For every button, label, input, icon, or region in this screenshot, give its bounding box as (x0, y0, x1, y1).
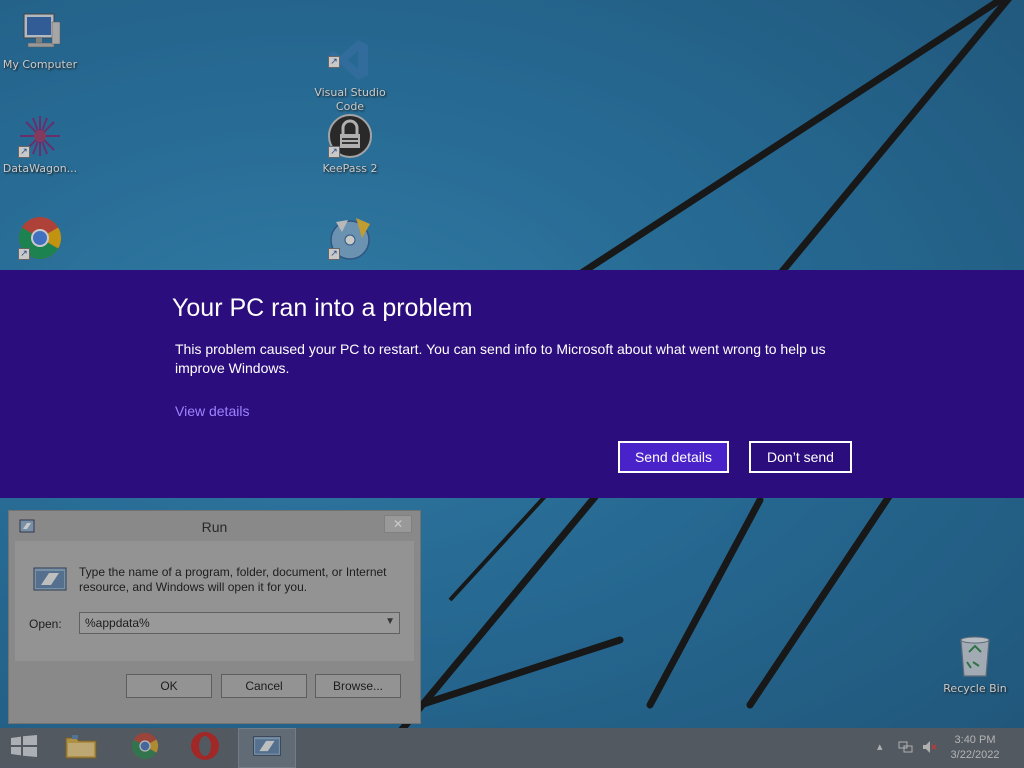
dont-send-button[interactable]: Don’t send (749, 441, 852, 473)
error-title: Your PC ran into a problem (172, 294, 473, 322)
send-details-button[interactable]: Send details (618, 441, 729, 473)
error-message: This problem caused your PC to restart. … (175, 341, 826, 376)
error-banner: Your PC ran into a problem This problem … (0, 270, 1024, 498)
view-details-link[interactable]: View details (175, 403, 249, 419)
